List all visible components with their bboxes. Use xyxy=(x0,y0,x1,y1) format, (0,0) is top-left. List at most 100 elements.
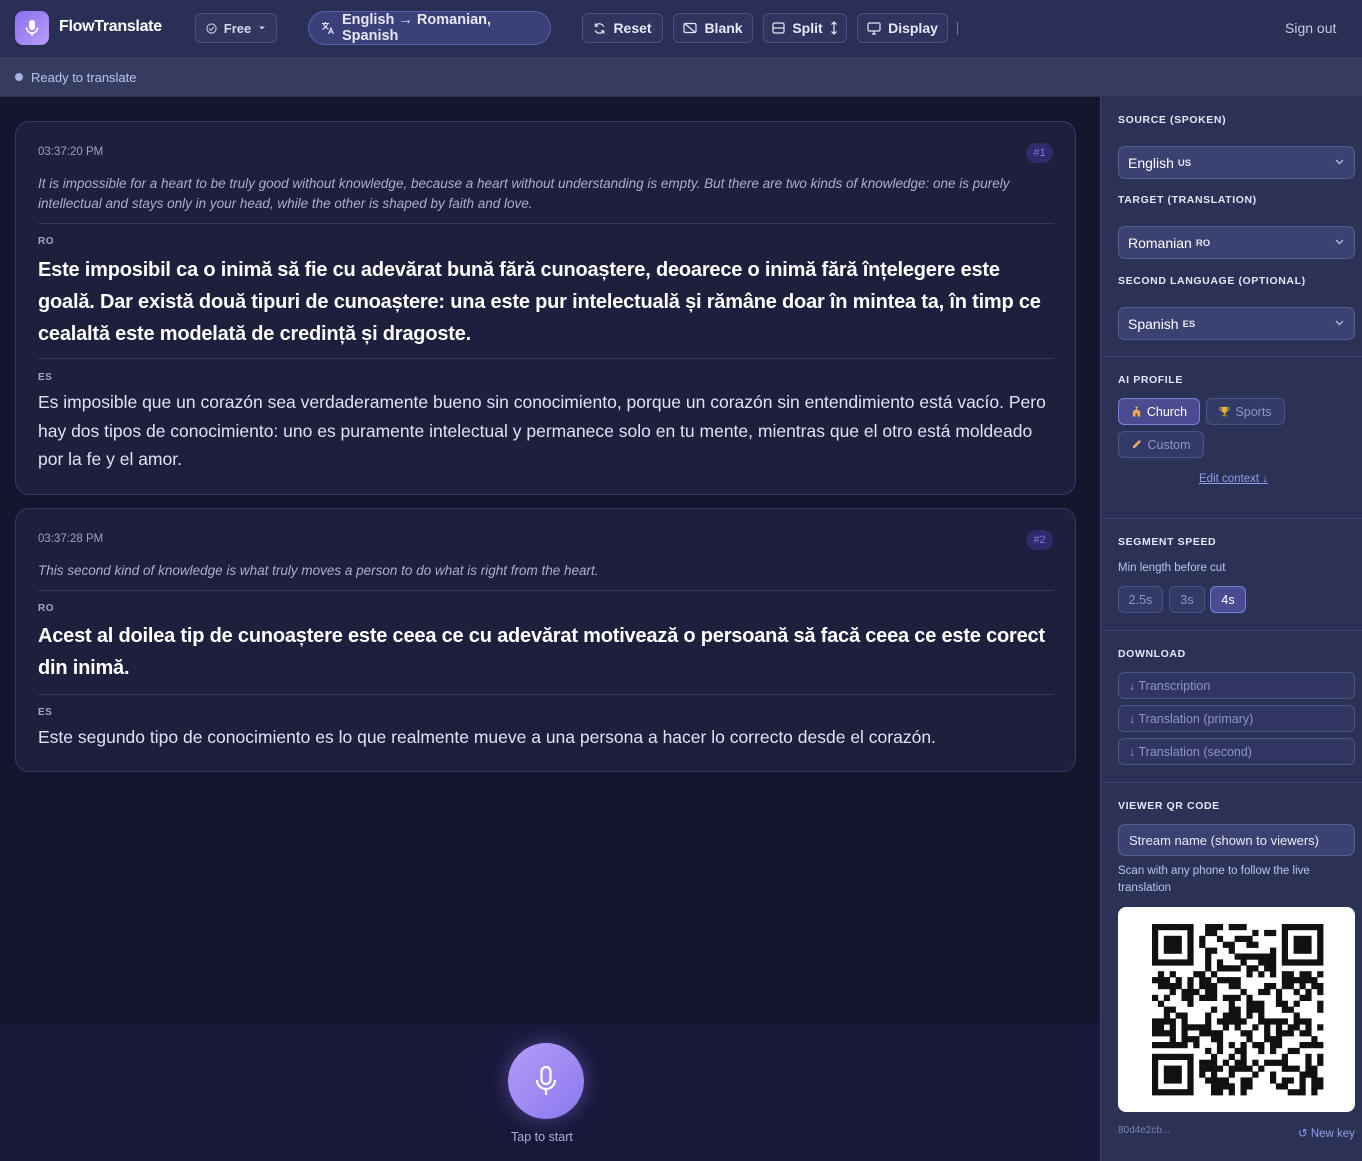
source-heading: SOURCE (SPOKEN) xyxy=(1118,114,1227,126)
target-heading: TARGET (TRANSLATION) xyxy=(1118,194,1257,206)
status-indicator xyxy=(15,73,23,81)
speed-option-3s[interactable]: 3s xyxy=(1169,586,1205,613)
microphone-icon xyxy=(25,20,39,36)
settings-sidebar: SOURCE (SPOKEN) English US TARGET (TRANS… xyxy=(1100,97,1362,1161)
second-language-heading: SECOND LANGUAGE (OPTIONAL) xyxy=(1118,275,1306,287)
top-bar: FlowTranslate Free English → Romanian, S… xyxy=(0,0,1362,58)
segment-speed-heading: SEGMENT SPEED xyxy=(1118,536,1217,548)
second-language-tag: ES xyxy=(38,707,53,718)
download-heading: DOWNLOAD xyxy=(1118,648,1186,660)
transcript-area: 03:37:20 PM #1 It is impossible for a he… xyxy=(0,97,1100,1161)
qr-instructions: Scan with any phone to follow the live t… xyxy=(1118,865,1310,894)
download-second-translation-button[interactable]: ↓ Translation (second) xyxy=(1118,738,1355,765)
primary-language-tag: RO xyxy=(38,603,54,614)
target-language-value: Romanian xyxy=(1128,234,1192,251)
primary-translation: Este imposibil ca o inimă să fie cu adev… xyxy=(38,259,1041,345)
qr-code-image xyxy=(1152,924,1324,1096)
refresh-icon xyxy=(595,22,605,34)
section-divider xyxy=(1101,518,1362,519)
toolbar-divider xyxy=(957,22,958,35)
display-button[interactable]: Display xyxy=(857,13,948,43)
start-recording-button[interactable] xyxy=(508,1043,584,1119)
plan-dropdown[interactable]: Free xyxy=(195,13,277,43)
segment-speed-subtitle: Min length before cut xyxy=(1118,562,1226,574)
speed-option-4s[interactable]: 4s xyxy=(1210,586,1246,613)
original-text: It is impossible for a heart to be truly… xyxy=(38,176,1010,211)
monitor-icon xyxy=(867,21,881,35)
section-divider xyxy=(1101,356,1362,357)
check-circle-icon xyxy=(206,22,217,34)
second-language-value: Spanish xyxy=(1128,315,1179,332)
stream-name-input[interactable] xyxy=(1118,824,1355,856)
qr-code xyxy=(1118,907,1355,1112)
primary-language-tag: RO xyxy=(38,236,54,247)
second-translation: Es imposible que un corazón sea verdader… xyxy=(38,392,1046,469)
edit-context-link[interactable]: Edit context ↓ xyxy=(1199,473,1268,485)
caret-down-icon xyxy=(259,26,266,30)
download-primary-translation-button[interactable]: ↓ Translation (primary) xyxy=(1118,705,1355,732)
divider xyxy=(38,590,1054,591)
segment-number-badge: #2 xyxy=(1026,530,1053,550)
viewer-key: 80d4e2cb... xyxy=(1118,1125,1171,1136)
status-text: Ready to translate xyxy=(31,70,137,85)
split-button[interactable]: Split xyxy=(763,13,847,43)
divider xyxy=(38,358,1054,359)
section-divider xyxy=(1101,630,1362,631)
source-language-code: US xyxy=(1177,158,1192,169)
target-language-code: RO xyxy=(1195,238,1211,249)
segment-card: 03:37:20 PM #1 It is impossible for a he… xyxy=(15,121,1076,495)
new-key-button[interactable]: ↺ New key xyxy=(1298,1126,1355,1140)
microphone-icon xyxy=(535,1065,557,1095)
pencil-icon xyxy=(1133,439,1142,449)
second-translation: Este segundo tipo de conocimiento es lo … xyxy=(38,727,936,747)
segment-timestamp: 03:37:28 PM xyxy=(38,533,104,545)
download-transcription-button[interactable]: ↓ Transcription xyxy=(1118,672,1355,699)
plan-label: Free xyxy=(223,20,252,36)
app-name: FlowTranslate xyxy=(59,18,162,35)
language-pair-label: English → Romanian, Spanish xyxy=(342,12,492,44)
original-text: This second kind of knowledge is what tr… xyxy=(38,563,599,578)
split-view-icon xyxy=(772,22,785,34)
chevron-down-icon xyxy=(1335,159,1344,165)
divider xyxy=(38,694,1054,695)
primary-translation: Acest al doilea tip de cunoaștere este c… xyxy=(38,625,1045,679)
blank-label: Blank xyxy=(704,20,743,36)
target-language-select[interactable]: Romanian RO xyxy=(1118,226,1355,259)
divider xyxy=(38,223,1054,224)
second-language-code: ES xyxy=(1182,319,1196,330)
section-divider xyxy=(1101,782,1362,783)
church-icon xyxy=(1132,406,1141,417)
mic-label: Tap to start xyxy=(511,1130,573,1144)
status-bar: Ready to translate xyxy=(0,58,1362,97)
profile-label: Custom xyxy=(1147,437,1191,452)
reset-label: Reset xyxy=(613,20,652,36)
source-language-select[interactable]: English US xyxy=(1118,146,1355,179)
segment-timestamp: 03:37:20 PM xyxy=(38,146,104,158)
reset-button[interactable]: Reset xyxy=(582,13,663,43)
profile-label: Church xyxy=(1146,404,1188,419)
sign-out-link[interactable]: Sign out xyxy=(1285,20,1336,36)
speed-option-2-5s[interactable]: 2.5s xyxy=(1118,586,1163,613)
profile-church-button[interactable]: Church xyxy=(1118,398,1200,425)
display-label: Display xyxy=(888,20,938,36)
blank-button[interactable]: Blank xyxy=(673,13,753,43)
screen-off-icon xyxy=(683,22,698,34)
ai-profile-heading: AI PROFILE xyxy=(1118,374,1183,386)
language-pair-button[interactable]: English → Romanian, Spanish xyxy=(308,11,551,45)
profile-label: Sports xyxy=(1235,404,1272,419)
chevron-down-icon xyxy=(1335,320,1344,326)
segment-number-badge: #1 xyxy=(1026,143,1053,163)
profile-custom-button[interactable]: Custom xyxy=(1118,431,1204,458)
second-language-tag: ES xyxy=(38,372,53,383)
source-language-value: English xyxy=(1128,154,1174,171)
translate-icon xyxy=(322,22,335,35)
segment-card: 03:37:28 PM #2 This second kind of knowl… xyxy=(15,508,1076,772)
second-language-select[interactable]: Spanish ES xyxy=(1118,307,1355,340)
trophy-icon xyxy=(1219,406,1230,417)
split-label: Split xyxy=(792,20,823,36)
profile-sports-button[interactable]: Sports xyxy=(1206,398,1285,425)
app-logo xyxy=(15,11,49,45)
qr-heading: VIEWER QR CODE xyxy=(1118,800,1220,812)
resize-vertical-icon xyxy=(830,21,837,35)
chevron-down-icon xyxy=(1335,239,1344,245)
